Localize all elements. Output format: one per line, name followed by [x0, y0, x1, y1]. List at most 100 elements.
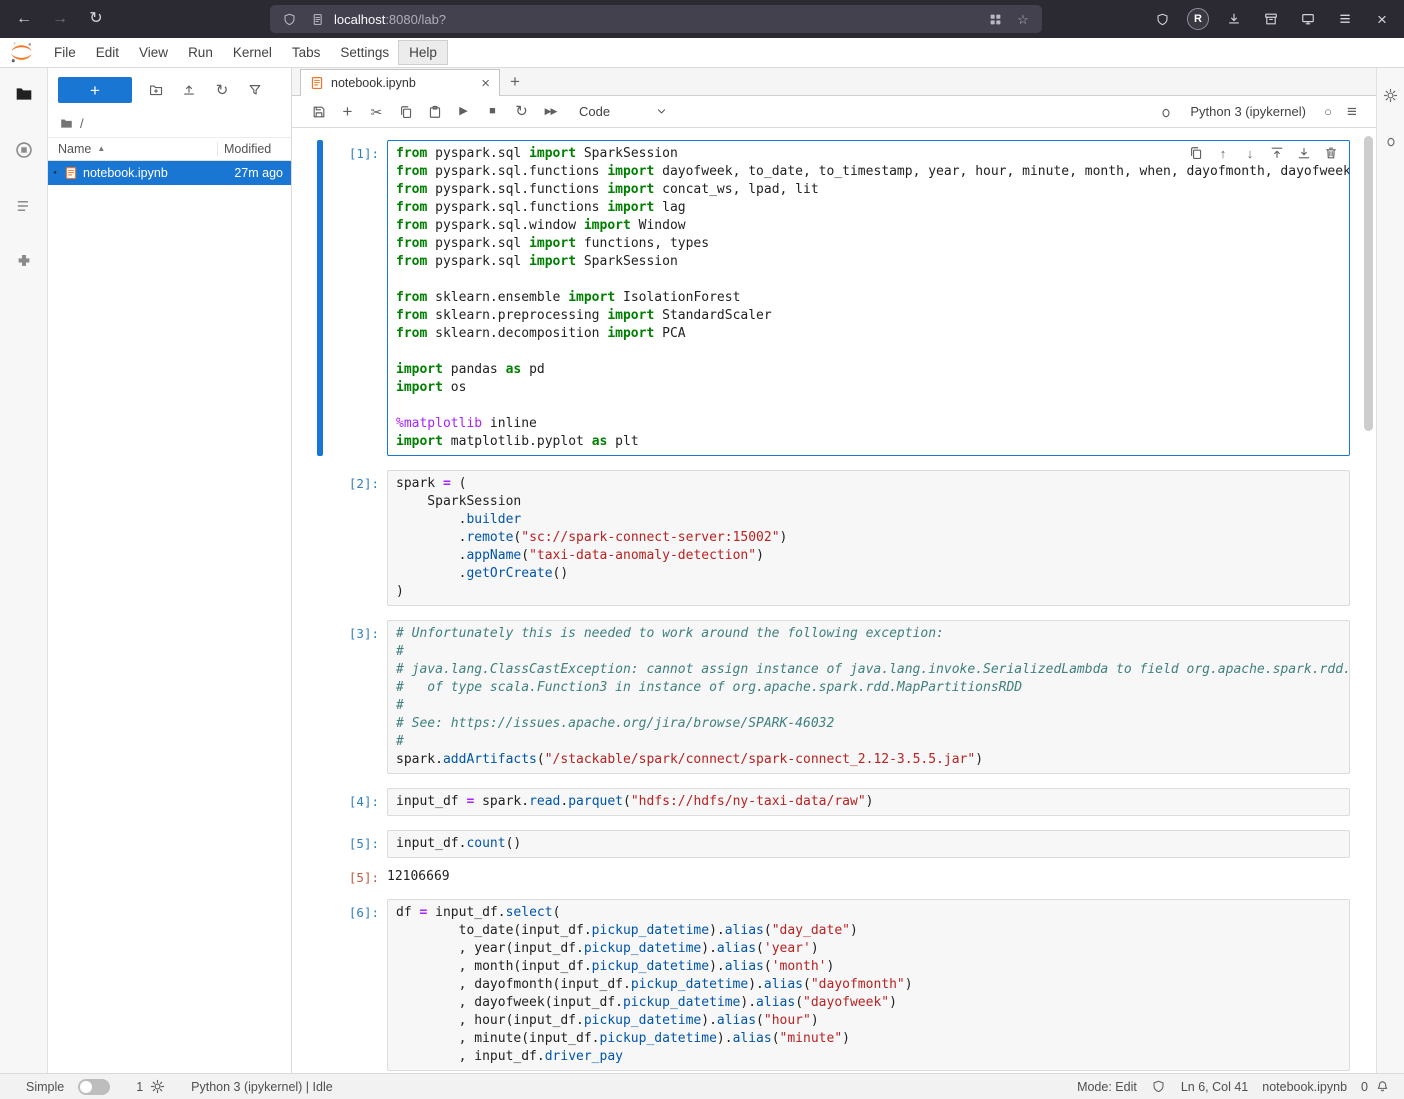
insert-above-icon[interactable]	[1268, 144, 1286, 162]
folder-icon[interactable]	[14, 84, 34, 104]
notebook-toolbar: +✂ ▶■↻▶▶ Code Python 3 (ipykernel) ○≡	[292, 96, 1376, 128]
execution-count: [4]:	[325, 788, 387, 816]
left-sidebar-rail	[0, 68, 48, 1073]
breadcrumb-folder-icon[interactable]	[60, 117, 73, 130]
notification-count: 0	[1361, 1080, 1368, 1094]
fast-forward-icon[interactable]: ▶▶	[536, 100, 565, 124]
tab-close-icon[interactable]: ×	[481, 76, 490, 91]
gear-icon[interactable]	[1382, 86, 1400, 104]
duplicate-icon[interactable]	[1187, 144, 1205, 162]
cell-collapser[interactable]	[317, 620, 323, 774]
pocket-icon[interactable]	[1150, 7, 1174, 31]
cursor-position[interactable]: Ln 6, Col 41	[1181, 1080, 1248, 1094]
menu-tabs[interactable]: Tabs	[282, 41, 331, 64]
upload-icon[interactable]	[181, 82, 197, 98]
tab-notebook[interactable]: notebook.ipynb ×	[300, 69, 500, 96]
move-up-icon[interactable]: ↑	[1214, 144, 1232, 162]
file-row[interactable]: ●notebook.ipynb27m ago	[48, 161, 291, 185]
insert-below-icon[interactable]	[1295, 144, 1313, 162]
output-collapser[interactable]	[317, 864, 323, 885]
simple-mode-toggle[interactable]	[78, 1079, 110, 1095]
menu-run[interactable]: Run	[178, 41, 223, 64]
file-browser-actions: ↻	[148, 82, 263, 98]
cell-type-value: Code	[579, 104, 610, 119]
cell-collapser[interactable]	[317, 140, 323, 456]
hamburger-icon[interactable]: ≡	[1340, 100, 1364, 124]
menu-file[interactable]: File	[44, 41, 86, 64]
running-icon[interactable]	[14, 140, 34, 160]
scrollbar-thumb[interactable]	[1364, 136, 1373, 431]
bell-icon[interactable]	[1374, 1079, 1390, 1095]
kernel-idle-icon[interactable]: ○	[1316, 100, 1340, 124]
breadcrumb: /	[48, 110, 291, 137]
forward-icon[interactable]: →	[46, 5, 74, 33]
archive-icon[interactable]	[1259, 7, 1283, 31]
menu-view[interactable]: View	[129, 41, 178, 64]
menu-settings[interactable]: Settings	[330, 41, 399, 64]
file-modified: 27m ago	[234, 166, 283, 180]
cell-collapser[interactable]	[317, 899, 323, 1071]
copy-icon[interactable]	[391, 100, 420, 124]
profile-avatar[interactable]: R	[1187, 8, 1209, 30]
new-launcher-button[interactable]: +	[58, 77, 132, 103]
cell-collapser[interactable]	[317, 788, 323, 816]
menu-icon[interactable]: ≡	[1333, 7, 1357, 31]
delete-icon[interactable]	[1322, 144, 1340, 162]
cell-editor[interactable]: # Unfortunately this is needed to work a…	[387, 620, 1350, 774]
star-icon[interactable]: ☆	[1014, 10, 1032, 28]
restart-icon[interactable]: ↻	[507, 100, 536, 124]
menu-edit[interactable]: Edit	[86, 41, 129, 64]
cell-editor[interactable]: spark = ( SparkSession .builder .remote(…	[387, 470, 1350, 606]
column-header-name[interactable]: Name ▲	[58, 142, 217, 156]
menu-help[interactable]: Help	[399, 41, 447, 64]
url-bar[interactable]: localhost:8080/lab? ☆	[270, 5, 1042, 33]
cell-collapser[interactable]	[317, 830, 323, 858]
kernel-name[interactable]: Python 3 (ipykernel)	[1190, 104, 1306, 119]
new-tab-button[interactable]: +	[500, 69, 530, 95]
cell-editor[interactable]: input_df = spark.read.parquet("hdfs://hd…	[387, 788, 1350, 816]
cell-type-dropdown[interactable]: Code	[579, 104, 667, 119]
close-icon[interactable]: ×	[1370, 7, 1394, 31]
reload-icon[interactable]: ↻	[82, 5, 110, 33]
filter-icon[interactable]	[247, 82, 263, 98]
bug-icon[interactable]	[1382, 132, 1400, 150]
move-down-icon[interactable]: ↓	[1241, 144, 1259, 162]
cell-editor[interactable]: from pyspark.sql import SparkSessionfrom…	[387, 140, 1350, 456]
cut-icon[interactable]: ✂	[362, 100, 391, 124]
cell-editor[interactable]: input_df.count()	[387, 830, 1350, 858]
column-header-modified[interactable]: Modified	[217, 142, 281, 156]
back-icon[interactable]: ←	[10, 5, 38, 33]
cell-collapser[interactable]	[317, 470, 323, 606]
output-execution-count: [5]:	[325, 864, 387, 885]
url-text[interactable]: localhost:8080/lab?	[334, 12, 978, 27]
cell-toolbar: ↑↓	[1187, 144, 1340, 162]
grid-icon[interactable]	[986, 10, 1004, 28]
new-folder-icon[interactable]	[148, 82, 164, 98]
shield-icon[interactable]	[280, 10, 298, 28]
kernel-sessions-icon[interactable]	[149, 1079, 165, 1095]
debugger-icon[interactable]	[1151, 100, 1180, 124]
notebook-file-icon	[310, 76, 324, 90]
monitor-icon[interactable]	[1296, 7, 1320, 31]
save-icon[interactable]	[304, 100, 333, 124]
extensions-icon[interactable]	[14, 252, 34, 272]
toc-icon[interactable]	[14, 196, 34, 216]
statusbar-filename: notebook.ipynb	[1262, 1080, 1347, 1094]
stop-icon[interactable]: ■	[478, 100, 507, 124]
trusted-shield-icon	[1151, 1079, 1167, 1095]
menu-kernel[interactable]: Kernel	[223, 41, 282, 64]
main-tab-bar: notebook.ipynb × +	[292, 68, 1376, 96]
page-icon[interactable]	[308, 10, 326, 28]
mode-indicator: Mode: Edit	[1077, 1080, 1137, 1094]
paste-icon[interactable]	[420, 100, 449, 124]
cell-editor[interactable]: df = input_df.select( to_date(input_df.p…	[387, 899, 1350, 1071]
browser-nav-icons: ← → ↻	[10, 5, 110, 33]
refresh-icon[interactable]: ↻	[214, 82, 230, 98]
tab-label: notebook.ipynb	[331, 76, 474, 90]
notebook-scrollbar[interactable]	[1364, 134, 1373, 1067]
kernel-status[interactable]: Python 3 (ipykernel) | Idle	[191, 1080, 333, 1094]
download-icon[interactable]	[1222, 7, 1246, 31]
breadcrumb-root[interactable]: /	[80, 116, 84, 131]
run-icon[interactable]: ▶	[449, 100, 478, 124]
add-icon[interactable]: +	[333, 100, 362, 124]
